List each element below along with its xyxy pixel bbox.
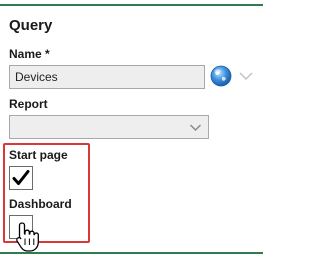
start-page-checkbox[interactable] [9, 166, 33, 190]
name-label: Name * [9, 47, 50, 61]
chevron-down-icon[interactable] [238, 71, 254, 81]
report-select[interactable] [9, 115, 209, 139]
report-label: Report [9, 97, 48, 111]
dashboard-label: Dashboard [9, 197, 72, 211]
page-title: Query [9, 17, 53, 34]
hand-pointer-cursor-icon [16, 222, 39, 252]
chevron-down-icon [189, 124, 202, 132]
bottom-divider [0, 252, 263, 254]
top-divider [0, 4, 263, 6]
checkmark-icon [12, 170, 30, 185]
start-page-label: Start page [9, 148, 68, 162]
globe-icon[interactable] [210, 65, 232, 87]
name-input[interactable] [9, 65, 205, 89]
